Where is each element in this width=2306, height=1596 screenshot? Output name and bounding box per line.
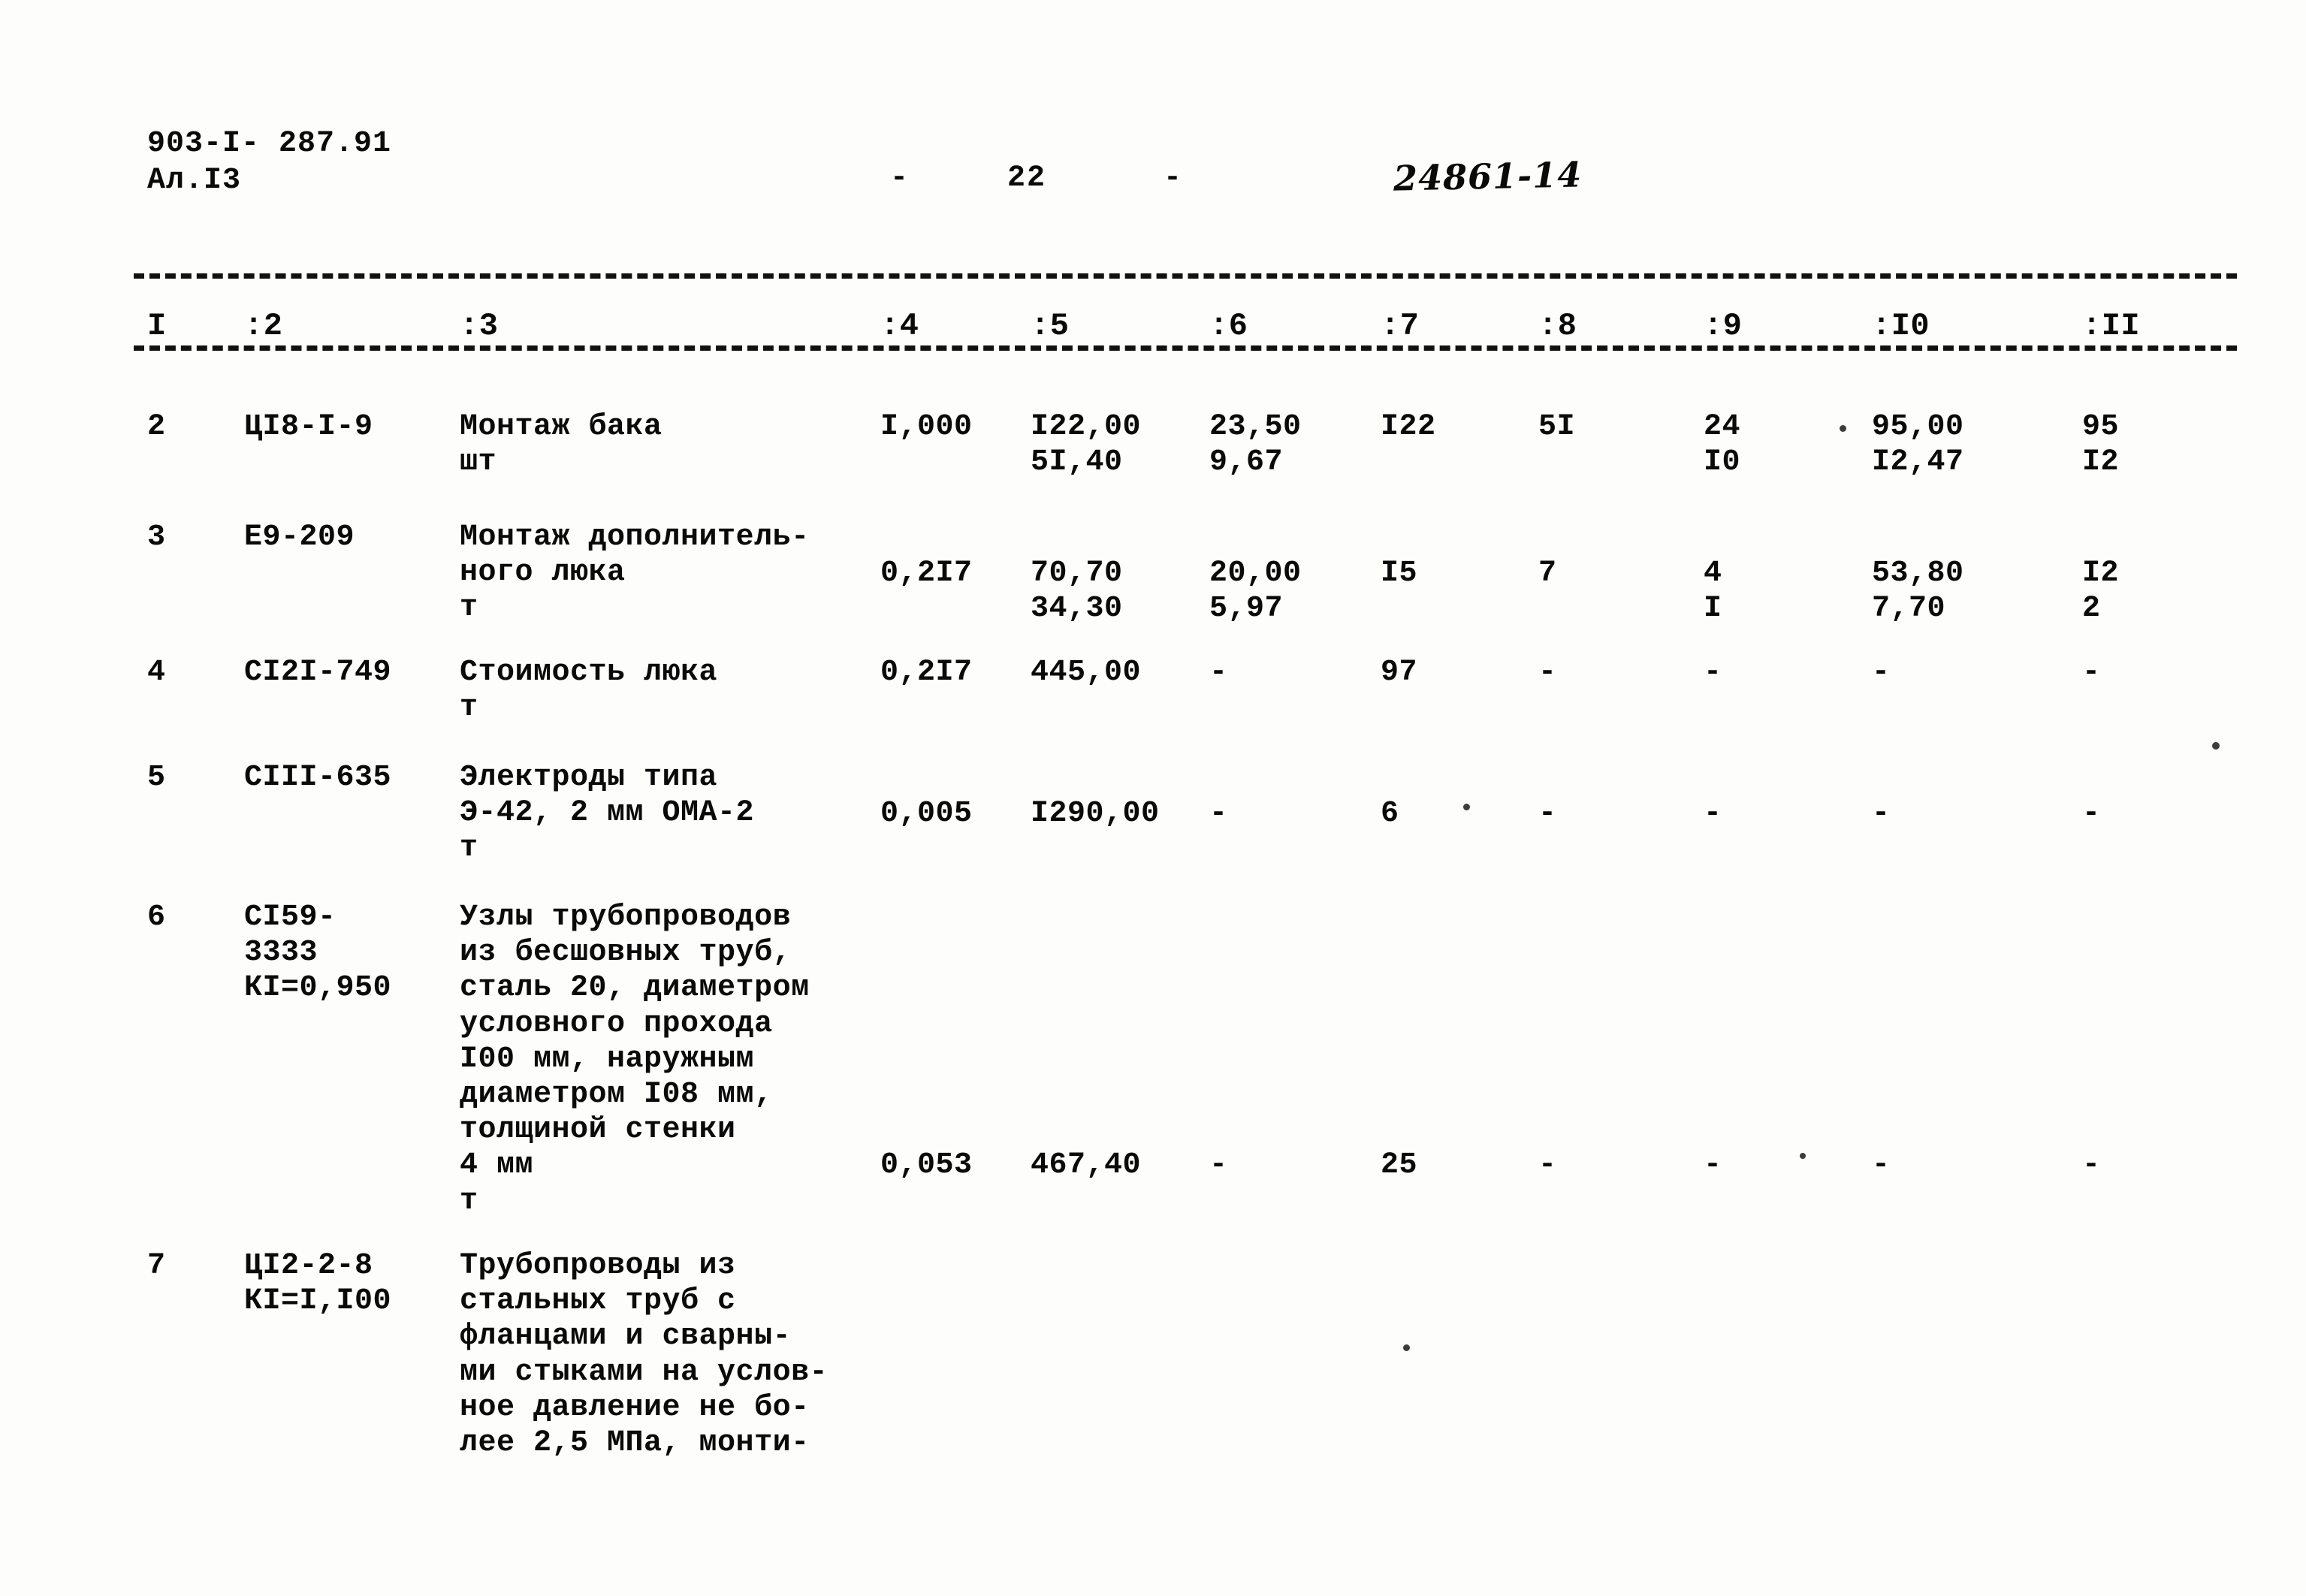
- row-cell-col10: -: [1872, 656, 1891, 689]
- row-cell-description: Трубопроводы из стальных труб с фланцами…: [460, 1249, 829, 1460]
- row-cell-col6: -: [1209, 656, 1228, 689]
- row-cell-position: 3: [147, 520, 166, 554]
- row-cell-col8: -: [1538, 797, 1557, 831]
- row-cell-col5: 467,40: [1031, 1148, 1142, 1182]
- scan-speckle: [2212, 742, 2220, 750]
- scan-speckle: [1463, 804, 1470, 810]
- row-cell-code: СI59- 3333 КI=0,950: [244, 901, 392, 1006]
- column-header-6: :6: [1209, 308, 1248, 344]
- row-cell-code: СIII-635: [244, 761, 392, 795]
- document-code-line-1: 903-I- 287.91: [147, 127, 392, 161]
- row-cell-col9: -: [1704, 656, 1722, 689]
- row-cell-col7: I22: [1381, 410, 1436, 444]
- document-code: 903-I- 287.91 Ал.I3: [147, 126, 391, 200]
- row-cell-col6: 23,50 9,67: [1209, 410, 1302, 480]
- row-cell-quantity: I,000: [880, 410, 973, 444]
- row-cell-col8: -: [1538, 656, 1557, 689]
- column-header-9: :9: [1704, 308, 1743, 344]
- column-header-8: :8: [1538, 308, 1577, 344]
- row-cell-col5: I290,00: [1031, 797, 1160, 831]
- column-header-5: :5: [1031, 308, 1070, 344]
- column-header-7: :7: [1381, 308, 1420, 344]
- row-cell-col8: -: [1538, 1148, 1557, 1182]
- row-cell-col5: 70,70 34,30: [1031, 557, 1123, 626]
- row-cell-description: Электроды типа Э-42, 2 мм ОМА-2 т: [460, 761, 755, 866]
- row-cell-col7: 97: [1381, 656, 1418, 689]
- row-cell-position: 6: [147, 901, 166, 934]
- column-header-1: I: [147, 308, 167, 344]
- scan-speckle: [1800, 1153, 1806, 1159]
- page-number-marker: - 22 -: [890, 161, 1184, 195]
- row-cell-col11: 95 I2: [2082, 410, 2120, 480]
- row-cell-col9: 24 I0: [1704, 410, 1741, 480]
- row-cell-col6: -: [1209, 797, 1228, 831]
- column-header-4: :4: [880, 308, 919, 344]
- row-cell-col8: 5I: [1538, 410, 1576, 444]
- row-cell-col10: -: [1872, 1148, 1891, 1182]
- row-cell-col6: 20,00 5,97: [1209, 557, 1302, 626]
- row-cell-col9: 4 I: [1704, 557, 1722, 626]
- row-cell-position: 4: [147, 656, 166, 689]
- row-cell-col5: I22,00 5I,40: [1031, 410, 1142, 480]
- row-cell-description: Монтаж бака шт: [460, 410, 663, 480]
- row-cell-position: 2: [147, 410, 166, 444]
- row-cell-quantity: 0,053: [880, 1148, 973, 1182]
- row-cell-quantity: 0,2I7: [880, 656, 973, 689]
- scan-speckle: [1403, 1344, 1410, 1351]
- row-cell-position: 7: [147, 1249, 166, 1283]
- row-cell-col9: -: [1704, 797, 1722, 831]
- row-cell-code: СI2I-749: [244, 656, 392, 689]
- row-cell-col11: -: [2082, 1148, 2101, 1182]
- row-cell-quantity: 0,005: [880, 797, 973, 831]
- row-cell-code: Е9-209: [244, 520, 355, 554]
- scanned-document-page: 903-I- 287.91 Ал.I3 - 22 - 24861-14 I :2 …: [0, 0, 2306, 1596]
- document-code-line-2: Ал.I3: [147, 163, 242, 198]
- row-cell-description: Монтаж дополнитель- ного люка т: [460, 520, 810, 626]
- row-cell-col11: -: [2082, 656, 2101, 689]
- row-cell-position: 5: [147, 761, 166, 795]
- row-cell-col11: I2 2: [2082, 557, 2120, 626]
- column-header-10: :I0: [1872, 308, 1930, 344]
- row-cell-code: ЦI8-I-9: [244, 410, 373, 444]
- row-cell-col8: 7: [1538, 557, 1557, 590]
- row-cell-col10: 95,00 I2,47: [1872, 410, 1964, 480]
- row-cell-col6: -: [1209, 1148, 1228, 1182]
- row-cell-col7: I5: [1381, 557, 1418, 590]
- row-cell-quantity: 0,2I7: [880, 557, 973, 590]
- column-header-2: :2: [244, 308, 283, 344]
- row-cell-col7: 6: [1381, 797, 1399, 831]
- row-cell-col11: -: [2082, 797, 2101, 831]
- row-cell-description: Стоимость люка т: [460, 656, 718, 726]
- row-cell-description: Узлы трубопроводов из бесшовных труб, ст…: [460, 901, 810, 1218]
- row-cell-col10: 53,80 7,70: [1872, 557, 1964, 626]
- row-cell-col10: -: [1872, 797, 1891, 831]
- row-cell-code: ЦI2-2-8 КI=I,I00: [244, 1249, 392, 1319]
- handwritten-archive-number: 24861-14: [1393, 154, 1583, 199]
- row-cell-col9: -: [1704, 1148, 1722, 1182]
- column-header-11: :II: [2082, 308, 2141, 344]
- table-top-dashed-rule: [134, 273, 2237, 279]
- table-header-dashed-rule: [134, 345, 2237, 351]
- column-header-3: :3: [460, 308, 499, 344]
- row-cell-col5: 445,00: [1031, 656, 1142, 689]
- scan-speckle: [1840, 425, 1846, 432]
- row-cell-col7: 25: [1381, 1148, 1418, 1182]
